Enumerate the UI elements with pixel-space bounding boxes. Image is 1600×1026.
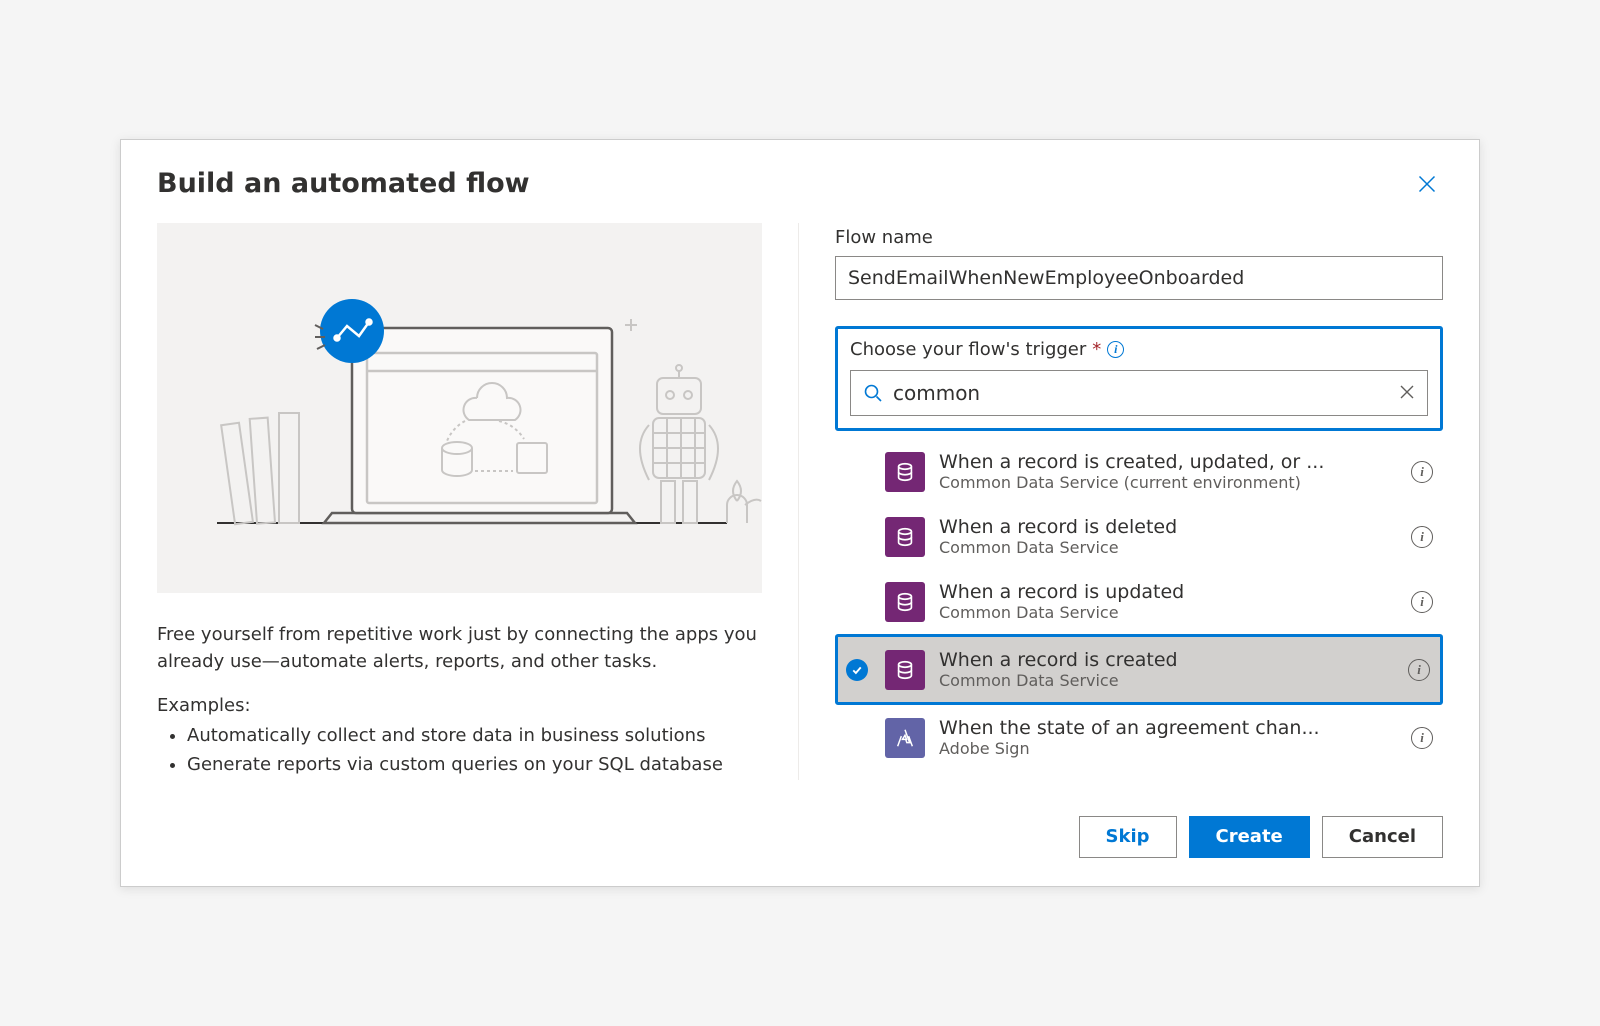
info-icon[interactable]: i xyxy=(1107,341,1124,358)
trigger-title: When a record is created xyxy=(939,649,1394,671)
trigger-label: Choose your flow's trigger * i xyxy=(850,339,1428,360)
trigger-text: When a record is createdCommon Data Serv… xyxy=(939,649,1394,690)
flow-illustration xyxy=(157,223,762,593)
trigger-text: When a record is updatedCommon Data Serv… xyxy=(939,581,1397,622)
trigger-subtitle: Adobe Sign xyxy=(939,739,1397,758)
example-item: Generate reports via custom queries on y… xyxy=(187,751,762,780)
trigger-title: When a record is updated xyxy=(939,581,1397,603)
trigger-section-highlight: Choose your flow's trigger * i xyxy=(835,326,1443,431)
trigger-item[interactable]: When a record is updatedCommon Data Serv… xyxy=(835,569,1443,634)
trigger-item[interactable]: When the state of an agreement chan...Ad… xyxy=(835,705,1443,770)
close-icon xyxy=(1417,174,1437,194)
flow-name-input[interactable] xyxy=(835,256,1443,300)
trigger-info-button[interactable]: i xyxy=(1411,727,1433,749)
trigger-subtitle: Common Data Service xyxy=(939,603,1397,622)
trigger-info-button[interactable]: i xyxy=(1411,461,1433,483)
vertical-divider xyxy=(798,223,799,780)
required-asterisk: * xyxy=(1092,339,1101,360)
left-panel: Free yourself from repetitive work just … xyxy=(157,223,762,780)
cancel-button[interactable]: Cancel xyxy=(1322,816,1443,858)
trigger-subtitle: Common Data Service xyxy=(939,538,1397,557)
trigger-text: When a record is created, updated, or ..… xyxy=(939,451,1397,492)
check-icon xyxy=(846,659,868,681)
trigger-title: When the state of an agreement chan... xyxy=(939,717,1397,739)
database-icon xyxy=(885,517,925,557)
trigger-list: When a record is created, updated, or ..… xyxy=(835,439,1443,770)
trigger-title: When a record is deleted xyxy=(939,516,1397,538)
trigger-radio[interactable] xyxy=(843,659,871,681)
trigger-search-box[interactable] xyxy=(850,370,1428,416)
database-icon xyxy=(885,582,925,622)
trigger-info-button[interactable]: i xyxy=(1411,526,1433,548)
trigger-item[interactable]: When a record is createdCommon Data Serv… xyxy=(835,634,1443,705)
close-button[interactable] xyxy=(1411,168,1443,203)
dialog-title: Build an automated flow xyxy=(157,168,530,199)
example-item: Automatically collect and store data in … xyxy=(187,722,762,751)
examples-label: Examples: xyxy=(157,695,762,716)
create-button[interactable]: Create xyxy=(1189,816,1310,858)
close-icon xyxy=(1399,384,1415,400)
trigger-title: When a record is created, updated, or ..… xyxy=(939,451,1397,473)
trigger-info-button[interactable]: i xyxy=(1411,591,1433,613)
trigger-text: When a record is deletedCommon Data Serv… xyxy=(939,516,1397,557)
flow-name-label: Flow name xyxy=(835,227,1443,248)
skip-button[interactable]: Skip xyxy=(1079,816,1177,858)
examples-list: Automatically collect and store data in … xyxy=(157,722,762,780)
clear-search-button[interactable] xyxy=(1399,384,1415,403)
build-flow-dialog: Build an automated flow xyxy=(120,139,1480,887)
search-icon xyxy=(863,383,883,403)
database-icon xyxy=(885,452,925,492)
dialog-description: Free yourself from repetitive work just … xyxy=(157,621,762,675)
trigger-item[interactable]: When a record is created, updated, or ..… xyxy=(835,439,1443,504)
database-icon xyxy=(885,650,925,690)
dialog-footer: Skip Create Cancel xyxy=(157,816,1443,858)
trigger-search-input[interactable] xyxy=(883,381,1399,405)
adobe-icon xyxy=(885,718,925,758)
trigger-item[interactable]: When a record is deletedCommon Data Serv… xyxy=(835,504,1443,569)
trigger-subtitle: Common Data Service xyxy=(939,671,1394,690)
trigger-info-button[interactable]: i xyxy=(1408,659,1430,681)
trigger-subtitle: Common Data Service (current environment… xyxy=(939,473,1397,492)
trigger-text: When the state of an agreement chan...Ad… xyxy=(939,717,1397,758)
right-panel: Flow name Choose your flow's trigger * i xyxy=(835,223,1443,780)
